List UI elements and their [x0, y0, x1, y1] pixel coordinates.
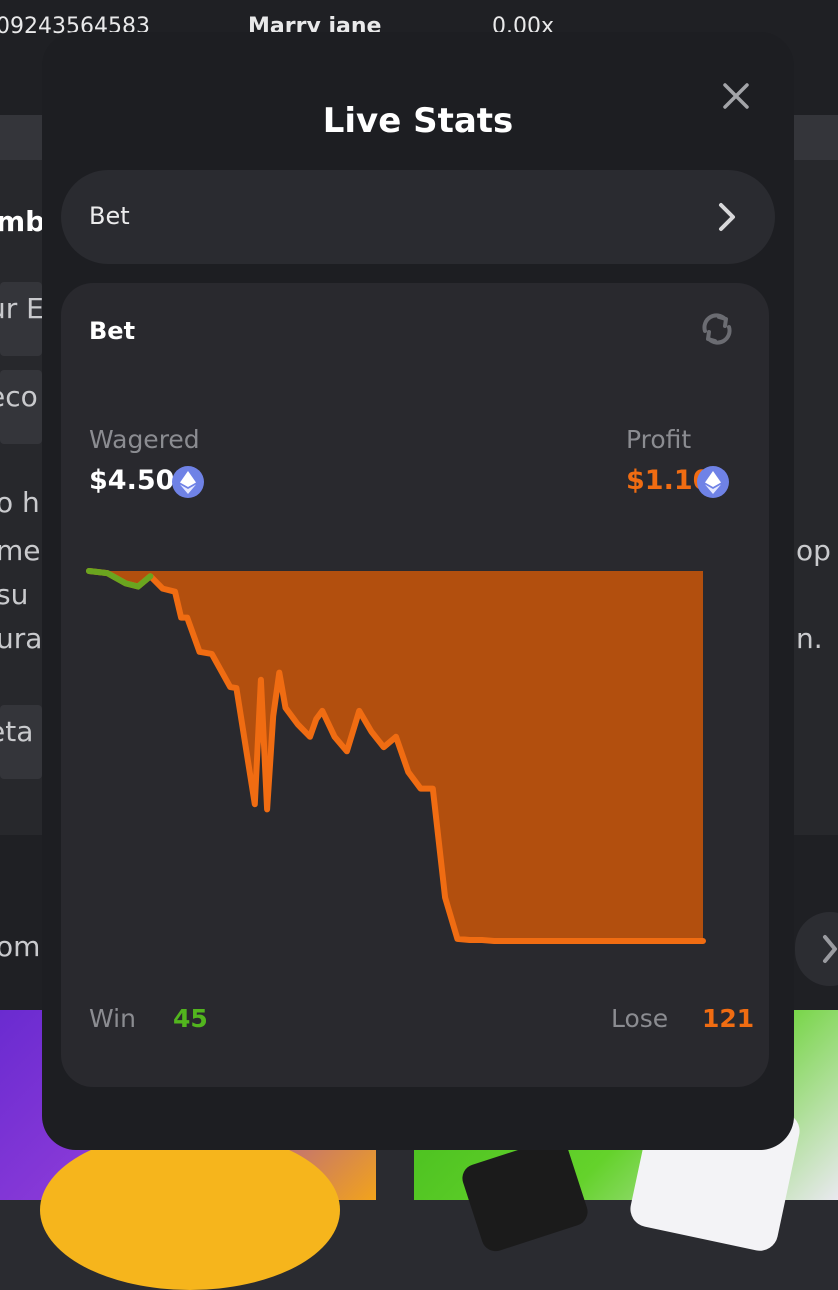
live-stats-modal: Live Stats Bet Bet Wagered $4.50 Profit … — [42, 32, 794, 1150]
wagered-label: Wagered — [89, 425, 200, 454]
bg-input-fragment[interactable]: ur E — [0, 282, 42, 356]
bg-text-fragment: ura — [0, 622, 43, 655]
ethereum-icon — [697, 466, 729, 498]
bg-text-fragment: su — [0, 578, 29, 611]
bg-section-fragment: om — [0, 930, 41, 963]
bg-text-fragment: n. — [796, 622, 823, 655]
bg-text-fragment: o h — [0, 486, 40, 519]
selector-label: Bet — [89, 202, 130, 230]
bg-text-fragment: op — [796, 534, 831, 567]
bg-heading-fragment: mb — [0, 205, 46, 238]
bg-details-button[interactable]: eta — [0, 705, 42, 779]
profit-label: Profit — [626, 425, 692, 454]
ethereum-icon — [172, 466, 204, 498]
win-count: 45 — [173, 1004, 208, 1033]
refresh-button[interactable] — [697, 309, 737, 349]
profit-chart — [86, 568, 706, 944]
modal-title: Live Stats — [322, 101, 514, 141]
profit-area — [89, 571, 703, 941]
chevron-right-icon — [823, 935, 837, 963]
stats-card: Bet Wagered $4.50 Profit $1.10 Win 45 Lo… — [61, 283, 769, 1087]
close-icon — [723, 83, 749, 109]
refresh-icon — [702, 313, 732, 345]
lose-count: 121 — [702, 1004, 755, 1033]
wagered-value: $4.50 — [89, 465, 175, 496]
chevron-right-icon — [719, 203, 735, 231]
card-title: Bet — [89, 317, 136, 345]
close-button[interactable] — [716, 76, 756, 116]
game-coin-art — [40, 1130, 340, 1290]
bg-input-fragment-2[interactable]: eco — [0, 370, 42, 444]
lose-label: Lose — [611, 1004, 669, 1033]
bg-next-button[interactable] — [795, 912, 838, 986]
bg-text-fragment: me — [0, 534, 41, 567]
win-label: Win — [89, 1004, 136, 1033]
game-type-selector[interactable]: Bet — [61, 170, 775, 264]
